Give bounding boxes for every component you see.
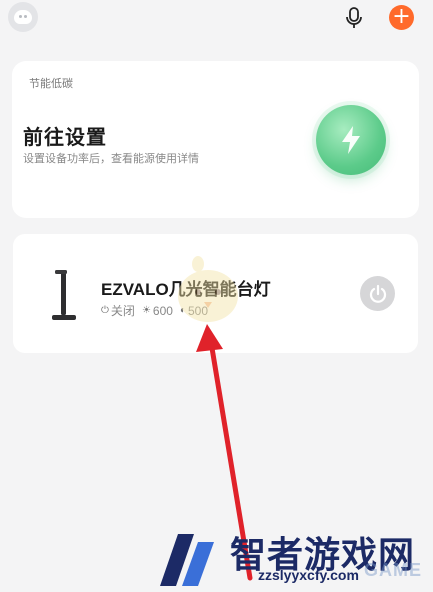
avatar[interactable] <box>8 2 38 32</box>
card-tag: 节能低碳 <box>29 78 73 90</box>
add-button[interactable]: + <box>389 5 414 30</box>
top-bar: + <box>0 0 433 40</box>
status-stat: ⏻ 关闭 <box>101 302 135 319</box>
lightning-icon <box>342 126 360 154</box>
desk-lamp-icon <box>52 270 76 320</box>
site-watermark: 智者游戏网 zzslyyxcfy.com GAME <box>150 520 433 592</box>
power-button[interactable] <box>360 276 395 311</box>
watermark-game: GAME <box>364 560 422 580</box>
off-status-icon: ⏻ <box>101 305 109 316</box>
card-title: 前往设置 <box>23 127 107 149</box>
card-subtitle: 设置设备功率后，查看能源使用详情 <box>23 153 199 165</box>
watermark-en: zzslyyxcfy.com <box>258 567 359 583</box>
microphone-icon[interactable] <box>344 7 364 29</box>
sun-icon: ☀ <box>141 305 151 316</box>
robot-avatar-icon <box>14 10 32 24</box>
mascot-watermark-icon <box>178 256 238 322</box>
site-logo-icon <box>160 534 214 586</box>
energy-settings-card[interactable]: 节能低碳 前往设置 设置设备功率后，查看能源使用详情 <box>12 61 419 218</box>
status-label: 关闭 <box>110 304 135 318</box>
lightning-button[interactable] <box>316 105 386 175</box>
power-icon <box>369 284 386 303</box>
